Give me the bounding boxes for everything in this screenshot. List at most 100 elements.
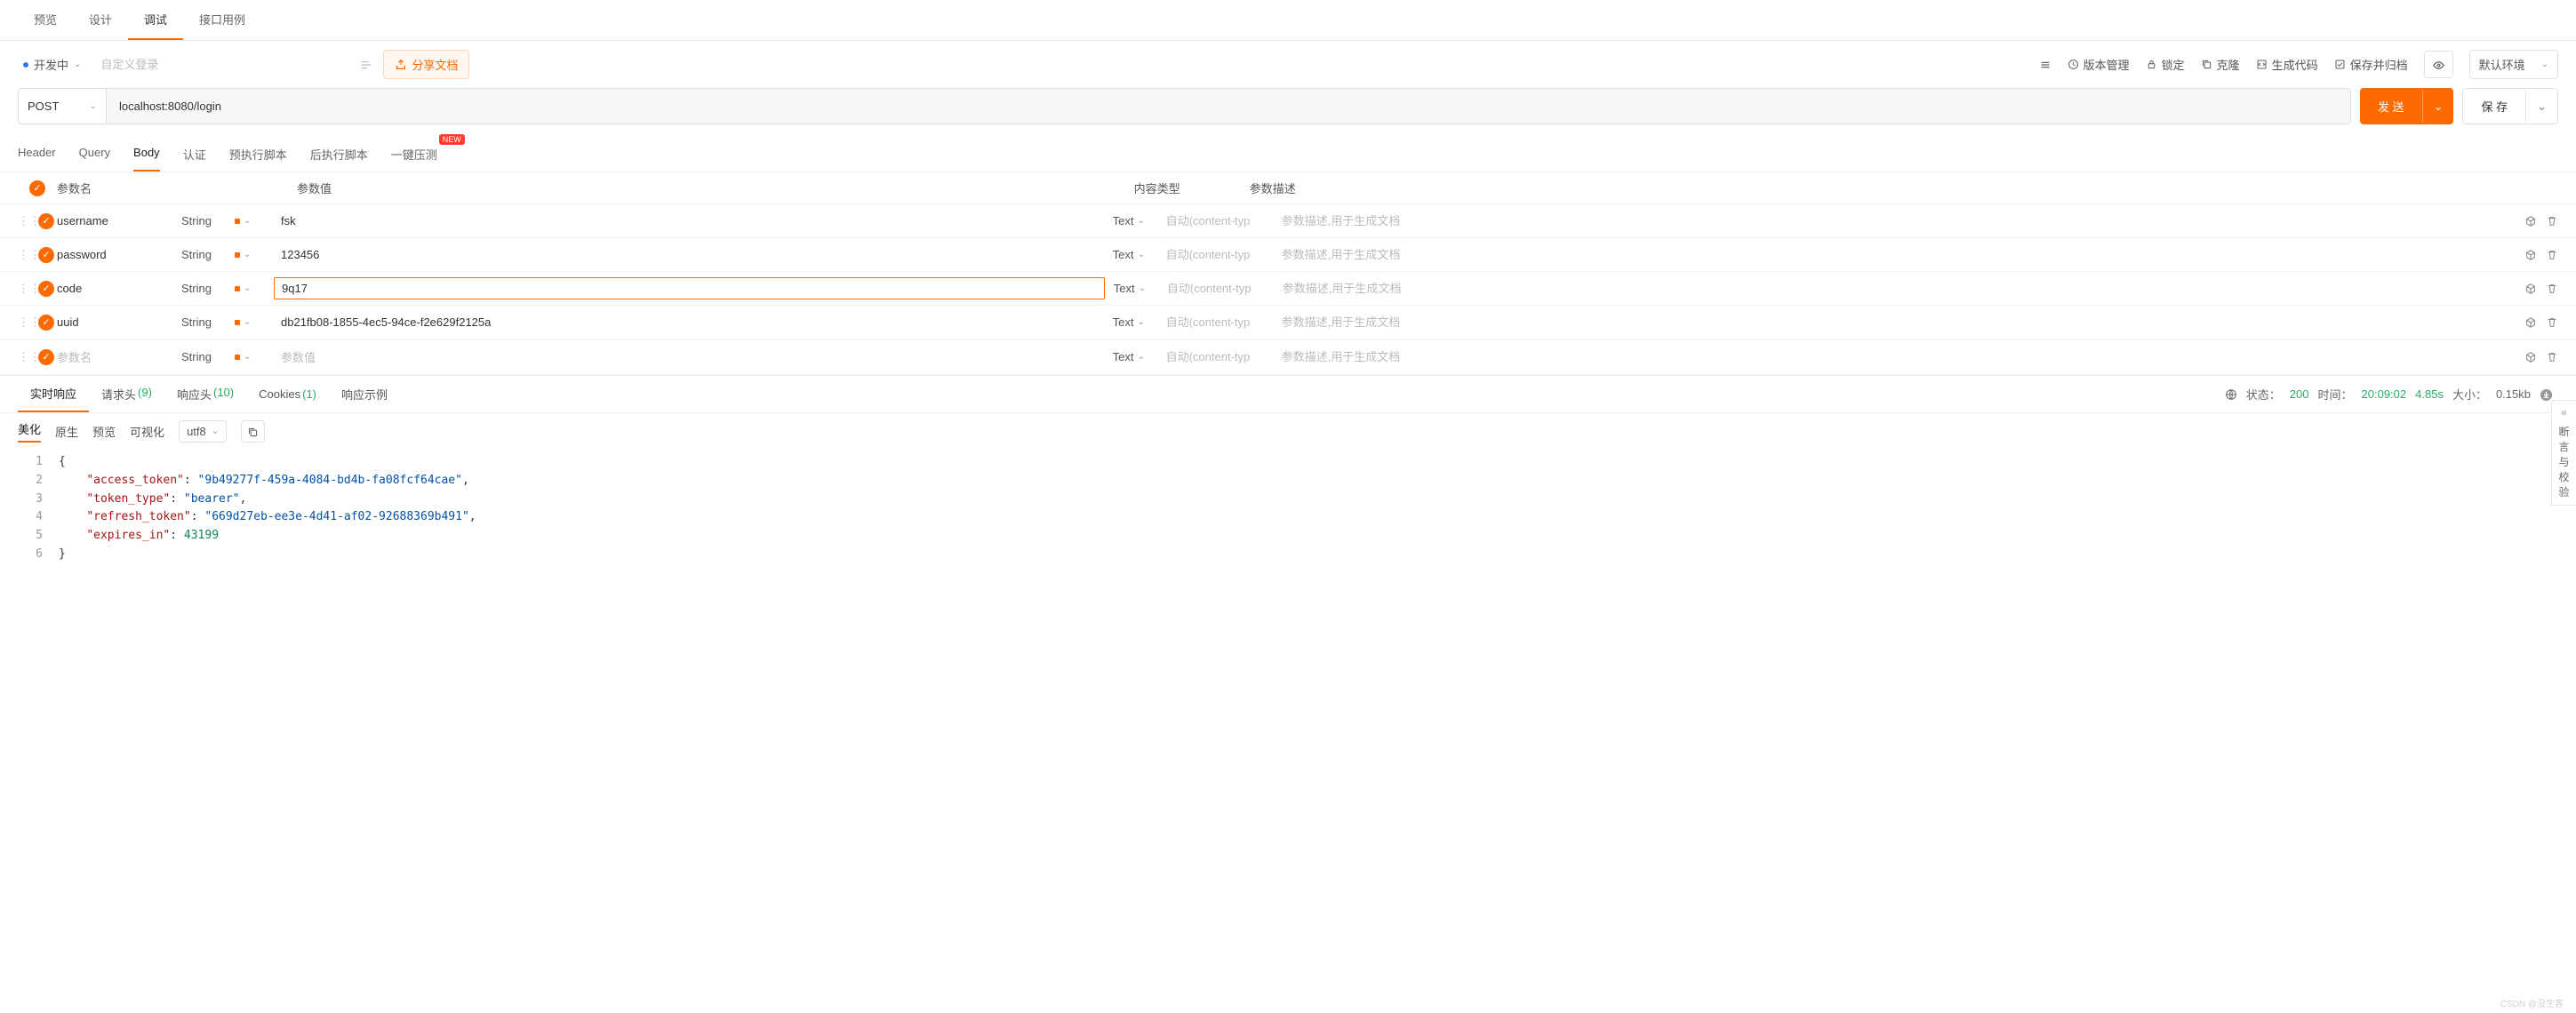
param-required-selector[interactable]: ⌄ xyxy=(235,352,274,362)
param-value-input[interactable]: 9q17 xyxy=(274,277,1105,299)
globe-icon[interactable] xyxy=(2225,387,2237,402)
top-tab-0[interactable]: 预览 xyxy=(18,0,73,40)
http-method-selector[interactable]: POST ⌄ xyxy=(18,88,107,124)
tab-response-example[interactable]: 响应示例 xyxy=(329,377,400,411)
lock-button[interactable]: 锁定 xyxy=(2146,56,2185,73)
dev-status-selector[interactable]: 开发中 ⌄ xyxy=(18,52,86,76)
param-desc-input[interactable] xyxy=(1283,282,2505,295)
cube-icon[interactable] xyxy=(2524,315,2537,330)
sub-tab-预执行脚本[interactable]: 预执行脚本 xyxy=(229,137,287,171)
param-format-selector[interactable]: Text ⌄ xyxy=(1113,248,1166,261)
copy-response-button[interactable] xyxy=(241,420,265,443)
delete-icon[interactable] xyxy=(2546,315,2558,330)
drag-handle-icon[interactable]: ⋮⋮ xyxy=(18,214,36,228)
row-checkbox[interactable]: ✓ xyxy=(38,349,54,365)
param-name-input[interactable]: uuid xyxy=(57,315,181,329)
delete-icon[interactable] xyxy=(2546,214,2558,228)
encoding-selector[interactable]: utf8⌄ xyxy=(179,420,227,443)
param-type: String xyxy=(181,282,235,295)
share-doc-button[interactable]: 分享文档 xyxy=(383,50,469,79)
top-tab-2[interactable]: 调试 xyxy=(128,0,183,40)
sub-tab-认证[interactable]: 认证 xyxy=(183,137,206,171)
save-button[interactable]: 保 存 ⌄ xyxy=(2462,88,2558,124)
param-name-input[interactable]: 参数名 xyxy=(57,348,181,365)
send-button[interactable]: 发 送 ⌄ xyxy=(2360,88,2454,124)
row-checkbox[interactable]: ✓ xyxy=(38,315,54,331)
drag-handle-icon[interactable]: ⋮⋮ xyxy=(18,248,36,262)
url-input[interactable]: localhost:8080/login xyxy=(107,88,2351,124)
param-row: ⋮⋮✓usernameString⌄fskText ⌄ xyxy=(0,204,2576,238)
param-desc-input[interactable] xyxy=(1282,248,2505,261)
fmt-beautify[interactable]: 美化 xyxy=(18,420,41,443)
param-value-input[interactable]: fsk xyxy=(274,211,1104,231)
content-type-input[interactable] xyxy=(1167,282,1283,295)
param-name-input[interactable]: code xyxy=(57,282,181,295)
sub-tab-一键压测[interactable]: 一键压测NEW xyxy=(391,137,437,171)
drag-handle-icon[interactable]: ⋮⋮ xyxy=(18,350,36,364)
content-type-input[interactable] xyxy=(1166,248,1282,261)
param-row: ⋮⋮✓uuidString⌄db21fb08-1855-4ec5-94ce-f2… xyxy=(0,306,2576,339)
response-body[interactable]: 1{2 "access_token": "9b49277f-459a-4084-… xyxy=(0,450,2576,582)
param-name-input[interactable]: username xyxy=(57,214,181,227)
param-format-selector[interactable]: Text ⌄ xyxy=(1113,214,1166,227)
param-desc-input[interactable] xyxy=(1282,350,2505,363)
param-name-input[interactable]: password xyxy=(57,248,181,261)
send-dropdown[interactable]: ⌄ xyxy=(2422,91,2454,123)
cube-icon[interactable] xyxy=(2524,214,2537,228)
delete-icon[interactable] xyxy=(2546,282,2558,296)
param-desc-input[interactable] xyxy=(1282,315,2505,329)
param-required-selector[interactable]: ⌄ xyxy=(235,250,274,259)
tab-cookies[interactable]: Cookies(1) xyxy=(246,379,329,410)
param-format-selector[interactable]: Text ⌄ xyxy=(1114,282,1167,295)
cube-icon[interactable] xyxy=(2524,350,2537,364)
cube-icon[interactable] xyxy=(2524,248,2537,262)
cube-icon[interactable] xyxy=(2524,282,2537,296)
sub-tab-后执行脚本[interactable]: 后执行脚本 xyxy=(310,137,368,171)
tab-request-headers[interactable]: 请求头(9) xyxy=(89,377,164,411)
fmt-raw[interactable]: 原生 xyxy=(55,423,78,440)
param-format-selector[interactable]: Text ⌄ xyxy=(1113,350,1166,363)
api-name-input[interactable] xyxy=(97,52,360,76)
param-row: ⋮⋮✓passwordString⌄123456Text ⌄ xyxy=(0,238,2576,272)
clone-button[interactable]: 克隆 xyxy=(2201,56,2240,73)
save-dropdown[interactable]: ⌄ xyxy=(2525,91,2557,123)
edit-lines-icon[interactable] xyxy=(360,57,372,71)
select-all-checkbox[interactable]: ✓ xyxy=(29,180,45,196)
assertion-panel-toggle[interactable]: « 断言与校验 xyxy=(2551,400,2576,506)
row-checkbox[interactable]: ✓ xyxy=(38,247,54,263)
param-desc-input[interactable] xyxy=(1282,214,2505,227)
delete-icon[interactable] xyxy=(2546,350,2558,364)
codegen-button[interactable]: 生成代码 xyxy=(2256,56,2318,73)
collapse-icon[interactable] xyxy=(2039,59,2052,71)
drag-handle-icon[interactable]: ⋮⋮ xyxy=(18,315,36,330)
content-type-input[interactable] xyxy=(1166,214,1282,227)
delete-icon[interactable] xyxy=(2546,248,2558,262)
row-checkbox[interactable]: ✓ xyxy=(38,213,54,229)
param-required-selector[interactable]: ⌄ xyxy=(235,216,274,226)
archive-button[interactable]: 保存并归档 xyxy=(2334,56,2408,73)
visibility-toggle[interactable] xyxy=(2424,51,2453,77)
api-name-field[interactable] xyxy=(97,52,372,77)
param-value-input[interactable]: 123456 xyxy=(274,244,1104,265)
fmt-visual[interactable]: 可视化 xyxy=(130,423,164,440)
sub-tab-query[interactable]: Query xyxy=(79,137,110,171)
request-sub-tabs: Header Query Body 认证预执行脚本后执行脚本一键压测NEW xyxy=(0,137,2576,172)
row-checkbox[interactable]: ✓ xyxy=(38,281,54,297)
environment-selector[interactable]: 默认环境 ⌄ xyxy=(2469,50,2558,79)
fmt-preview[interactable]: 预览 xyxy=(92,423,116,440)
top-tab-1[interactable]: 设计 xyxy=(73,0,128,40)
tab-realtime-response[interactable]: 实时响应 xyxy=(18,376,89,412)
sub-tab-header[interactable]: Header xyxy=(18,137,56,171)
param-required-selector[interactable]: ⌄ xyxy=(235,283,274,293)
tab-response-headers[interactable]: 响应头(10) xyxy=(164,377,246,411)
param-value-input[interactable]: db21fb08-1855-4ec5-94ce-f2e629f2125a xyxy=(274,312,1104,332)
version-button[interactable]: 版本管理 xyxy=(2068,56,2130,73)
param-value-input[interactable]: 参数值 xyxy=(274,345,1104,369)
top-tab-3[interactable]: 接口用例 xyxy=(183,0,261,40)
param-required-selector[interactable]: ⌄ xyxy=(235,317,274,327)
drag-handle-icon[interactable]: ⋮⋮ xyxy=(18,282,36,296)
content-type-input[interactable] xyxy=(1166,315,1282,329)
param-format-selector[interactable]: Text ⌄ xyxy=(1113,315,1166,329)
content-type-input[interactable] xyxy=(1166,350,1282,363)
sub-tab-body[interactable]: Body xyxy=(133,137,160,171)
